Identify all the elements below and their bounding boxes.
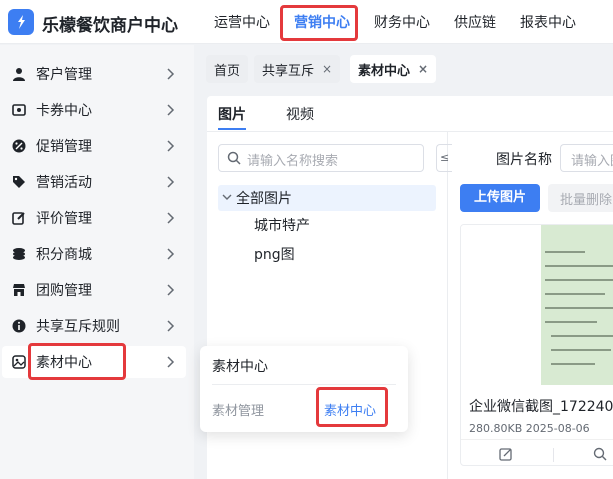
batch-delete-button[interactable]: 批量删除 — [548, 184, 613, 212]
chevron-right-icon — [167, 284, 175, 296]
sidebar-item-sharing-rules[interactable]: 共享互斥规则 — [2, 310, 186, 342]
chevron-right-icon — [167, 320, 175, 332]
info-icon — [12, 319, 26, 333]
tag-icon — [13, 176, 25, 188]
close-icon[interactable]: × — [418, 62, 428, 76]
upload-image-button[interactable]: 上传图片 — [460, 184, 540, 212]
image-icon — [12, 355, 26, 369]
nav-finance[interactable]: 财务中心 — [374, 0, 430, 44]
divider — [447, 132, 448, 479]
button-label: 批量删除 — [560, 193, 613, 208]
nav-operations[interactable]: 运营中心 — [214, 0, 270, 44]
app-logo[interactable] — [8, 9, 34, 35]
tab-label: 素材中心 — [358, 63, 411, 79]
tree-item-city-specialty[interactable]: 城市特产 — [254, 212, 310, 238]
ticket-icon — [12, 104, 26, 116]
discount-icon — [12, 139, 26, 153]
close-icon[interactable]: × — [322, 62, 332, 76]
submenu-item-material-center[interactable]: 素材中心 — [324, 400, 376, 419]
sidebar-item-reviews[interactable]: 评价管理 — [2, 202, 186, 234]
image-name-input[interactable]: 请输入图 — [560, 144, 613, 172]
input-placeholder: 请输入图 — [571, 154, 613, 169]
sidebar-item-label: 客户管理 — [36, 67, 92, 83]
nav-supply-chain[interactable]: 供应链 — [454, 0, 496, 44]
coins-icon — [13, 248, 25, 260]
chevron-right-icon — [167, 176, 175, 188]
nav-marketing[interactable]: 营销中心 — [294, 0, 350, 44]
tab-label: 共享互斥 — [262, 63, 315, 79]
submenu-item-material-management[interactable]: 素材管理 — [212, 400, 264, 419]
tab-sharing[interactable]: 共享互斥 × — [254, 55, 341, 83]
card-actions — [461, 439, 613, 465]
chevron-right-icon — [167, 356, 175, 368]
divider — [212, 384, 396, 385]
divider — [207, 131, 613, 132]
sidebar-item-label: 卡券中心 — [36, 103, 92, 119]
app-title: 乐檬餐饮商户中心 — [42, 16, 178, 36]
image-card[interactable]: 企业微信截图_17224039 280.80KB 2025-08-06 — [460, 224, 613, 466]
search-icon — [227, 151, 241, 165]
sidebar-item-material-center[interactable]: 素材中心 — [2, 346, 186, 378]
sidebar-item-promotions[interactable]: 促销管理 — [2, 130, 186, 162]
tree-item-label: 全部图片 — [236, 191, 292, 207]
chevron-right-icon — [167, 212, 175, 224]
search-icon[interactable] — [593, 447, 607, 461]
chevron-down-icon[interactable] — [222, 192, 232, 202]
sidebar-item-label: 促销管理 — [36, 139, 92, 155]
collapse-icon: ≤ — [440, 151, 450, 164]
image-thumbnail[interactable] — [461, 225, 613, 385]
sidebar-item-label: 积分商城 — [36, 247, 92, 263]
edit-icon — [12, 212, 25, 225]
image-file-meta: 280.80KB 2025-08-06 — [469, 422, 590, 435]
user-icon — [13, 68, 25, 81]
tab-videos[interactable]: 视频 — [286, 104, 314, 124]
tree-item-all-images[interactable]: 全部图片 — [218, 185, 436, 211]
search-placeholder: 请输入名称搜索 — [247, 154, 339, 169]
popover-title: 素材中心 — [212, 359, 268, 375]
sidebar-item-label: 评价管理 — [36, 211, 92, 227]
nav-reports[interactable]: 报表中心 — [520, 0, 576, 44]
tab-images[interactable]: 图片 — [218, 104, 246, 124]
sidebar-item-group-buy[interactable]: 团购管理 — [2, 274, 186, 306]
tree-item-png[interactable]: png图 — [254, 241, 295, 267]
tab-home[interactable]: 首页 — [206, 55, 249, 83]
chevron-right-icon — [167, 248, 175, 260]
top-header: 乐檬餐饮商户中心 运营中心 营销中心 财务中心 供应链 报表中心 — [0, 0, 613, 44]
sidebar-item-points-mall[interactable]: 积分商城 — [2, 238, 186, 270]
sidebar-item-label: 营销活动 — [36, 175, 92, 191]
submenu-popover: 素材中心 素材管理 素材中心 — [200, 346, 408, 432]
sidebar-item-customers[interactable]: 客户管理 — [2, 58, 186, 90]
chevron-right-icon — [167, 140, 175, 152]
collapse-panel-button[interactable]: ≤ — [436, 144, 452, 172]
active-tab-indicator — [218, 128, 246, 130]
logo-icon — [18, 15, 25, 29]
chevron-right-icon — [167, 104, 175, 116]
screenshot-thumbnail-image — [541, 225, 613, 385]
sidebar-item-label: 共享互斥规则 — [36, 319, 120, 335]
sidebar-item-label: 素材中心 — [36, 355, 92, 371]
edit-icon[interactable] — [499, 447, 513, 461]
store-icon — [13, 284, 25, 296]
tab-material-center[interactable]: 素材中心 × — [350, 55, 437, 83]
image-file-name: 企业微信截图_17224039 — [469, 399, 613, 415]
divider — [553, 448, 554, 462]
sidebar-item-coupons[interactable]: 卡券中心 — [2, 94, 186, 126]
sidebar-item-campaigns[interactable]: 营销活动 — [2, 166, 186, 198]
chevron-right-icon — [167, 68, 175, 80]
sidebar-item-label: 团购管理 — [36, 283, 92, 299]
tab-label: 首页 — [214, 63, 241, 79]
image-name-label: 图片名称 — [496, 152, 552, 168]
search-input[interactable]: 请输入名称搜索 — [218, 144, 424, 172]
